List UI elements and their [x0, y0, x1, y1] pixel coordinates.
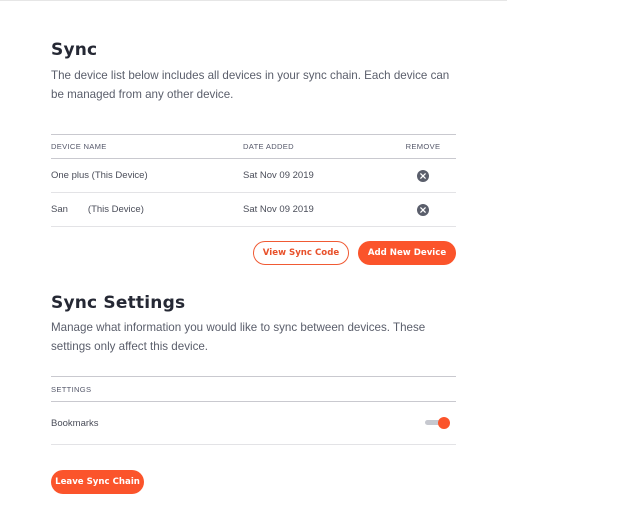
header-device-name: DEVICE NAME: [51, 142, 107, 151]
settings-table: SETTINGS Bookmarks: [51, 376, 456, 445]
device-table: DEVICE NAME DATE ADDED REMOVE One plus (…: [51, 134, 456, 227]
sync-settings-description: Manage what information you would like t…: [51, 321, 426, 353]
device-date: Sat Nov 09 2019: [243, 170, 314, 181]
device-table-header: DEVICE NAME DATE ADDED REMOVE: [51, 134, 456, 159]
top-divider: [0, 0, 507, 1]
header-settings: SETTINGS: [51, 384, 92, 394]
header-remove: REMOVE: [405, 142, 441, 151]
sync-title: Sync: [51, 40, 98, 60]
toggle-knob: [438, 417, 450, 429]
add-new-device-button[interactable]: Add New Device: [358, 241, 456, 265]
header-date-added: DATE ADDED: [243, 142, 294, 151]
table-row: Bookmarks: [51, 402, 456, 445]
device-name: San: [51, 204, 68, 215]
remove-device-button[interactable]: [417, 203, 429, 216]
device-name-cell: San (This Device): [51, 193, 144, 226]
device-name-cell: One plus (This Device): [51, 159, 148, 192]
device-name: One plus: [51, 170, 90, 181]
sync-description: The device list below includes all devic…: [51, 69, 450, 101]
device-suffix: (This Device): [87, 204, 144, 215]
remove-cell: [401, 193, 445, 226]
remove-cell: [401, 159, 445, 192]
table-row: One plus (This Device) Sat Nov 09 2019: [51, 159, 456, 192]
remove-device-button[interactable]: [417, 169, 429, 182]
sync-settings-title: Sync Settings: [51, 293, 186, 313]
settings-table-header: SETTINGS: [51, 376, 456, 402]
close-icon: [420, 172, 426, 179]
device-date: Sat Nov 09 2019: [243, 204, 314, 215]
table-row: San (This Device) Sat Nov 09 2019: [51, 192, 456, 227]
device-suffix: (This Device): [91, 170, 148, 181]
leave-sync-chain-button[interactable]: Leave Sync Chain: [51, 470, 144, 494]
bookmarks-toggle[interactable]: [425, 417, 450, 429]
close-icon: [420, 206, 426, 213]
view-sync-code-button[interactable]: View Sync Code: [253, 241, 349, 265]
sync-page: Sync The device list below includes all …: [0, 0, 640, 514]
setting-label-bookmarks: Bookmarks: [51, 417, 99, 429]
